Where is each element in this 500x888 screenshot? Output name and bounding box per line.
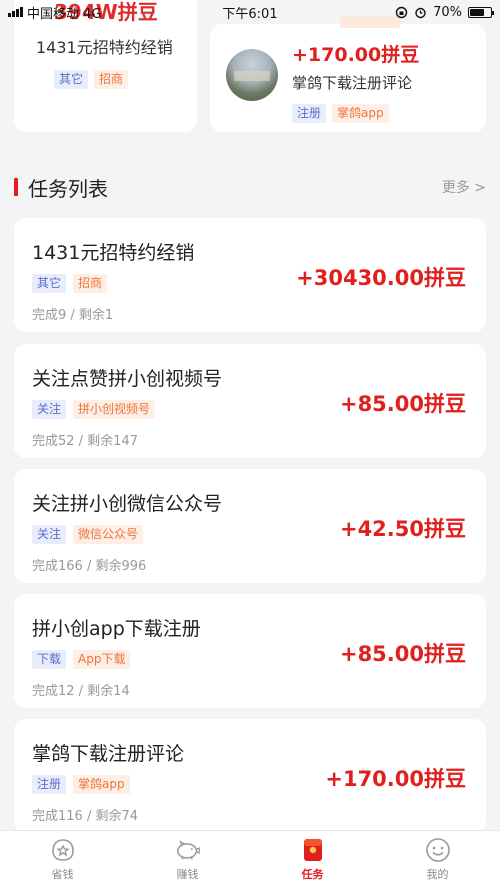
task-reward: +85.00拼豆 [339, 642, 466, 666]
tag-type: 拼小创视频号 [73, 400, 156, 419]
featured-card-tags: 注册 掌鸽app [292, 104, 389, 123]
task-name: 拼小创app下载注册 [32, 618, 201, 640]
task-progress: 完成166 / 剩余996 [32, 559, 147, 574]
task-reward: +42.50拼豆 [339, 517, 466, 541]
task-reward: +170.00拼豆 [325, 767, 466, 791]
piggy-bank-icon [174, 837, 202, 863]
featured-card-tags: 其它 招商 [54, 70, 129, 89]
clock: 下午6:01 [222, 6, 278, 22]
task-bag-icon [299, 837, 327, 863]
task-list-header: 任务列表 更多 > [14, 174, 486, 201]
tag-category: 其它 [54, 70, 89, 89]
nav-item-tasks[interactable]: 任务 [250, 831, 375, 888]
task-card[interactable]: 关注点赞拼小创视频号 关注 拼小创视频号 完成52 / 剩余147 +85.00… [14, 344, 486, 458]
signal-icon [8, 7, 23, 17]
task-card[interactable]: 关注拼小创微信公众号 关注 微信公众号 完成166 / 剩余996 +42.50… [14, 469, 486, 583]
task-progress: 完成9 / 剩余1 [32, 308, 114, 323]
task-reward: +85.00拼豆 [339, 392, 466, 416]
task-tags: 其它 招商 [32, 274, 108, 293]
task-tags: 注册 掌鸽app [32, 775, 130, 794]
tag-category: 关注 [32, 525, 67, 544]
tag-category: 其它 [32, 274, 67, 293]
task-tags: 下载 App下载 [32, 650, 131, 669]
task-name: 1431元招特约经销 [32, 242, 195, 264]
task-name: 关注点赞拼小创视频号 [32, 368, 223, 390]
more-link[interactable]: 更多 > [442, 177, 486, 197]
tag-type: 掌鸽app [332, 104, 389, 123]
nav-item-mine[interactable]: 我的 [375, 831, 500, 888]
task-name: 掌鸽下载注册评论 [32, 743, 185, 765]
section-title: 任务列表 [28, 176, 108, 201]
nav-item-save[interactable]: 省钱 [0, 831, 125, 888]
alarm-icon [415, 7, 426, 18]
tag-type: 掌鸽app [73, 775, 130, 794]
section-accent-bar [14, 178, 18, 196]
battery-icon [468, 6, 494, 18]
task-thumbnail [226, 49, 278, 101]
task-progress: 完成116 / 剩余74 [32, 809, 138, 824]
tag-category: 关注 [32, 400, 67, 419]
nav-label: 赚钱 [176, 868, 199, 881]
smiley-profile-icon [424, 837, 452, 863]
tag-category: 注册 [32, 775, 67, 794]
savings-icon [49, 837, 77, 863]
task-progress: 完成12 / 剩余14 [32, 684, 130, 699]
nav-item-earn[interactable]: 赚钱 [125, 831, 250, 888]
featured-card-right[interactable]: +170.00拼豆 掌鸽下载注册评论 注册 掌鸽app [210, 16, 486, 132]
tag-type: 招商 [73, 274, 108, 293]
task-card[interactable]: 1431元招特约经销 其它 招商 完成9 / 剩余1 +30430.00拼豆 [14, 218, 486, 332]
task-tags: 关注 拼小创视频号 [32, 400, 156, 419]
featured-card-price: +170.00拼豆 [292, 44, 420, 66]
tag-type: 招商 [94, 70, 129, 89]
task-name: 关注拼小创微信公众号 [32, 493, 223, 515]
featured-card-title: 掌鸽下载注册评论 [292, 74, 413, 92]
nav-label: 省钱 [51, 868, 74, 881]
task-reward: +30430.00拼豆 [296, 266, 466, 290]
carrier-label: 中国移动 4G [27, 6, 102, 22]
bottom-nav: 省钱 赚钱 任务 我的 [0, 830, 500, 888]
nav-label: 我的 [426, 868, 449, 881]
battery-percent: 70% [433, 4, 462, 20]
task-tags: 关注 微信公众号 [32, 525, 144, 544]
tag-type: App下载 [73, 650, 131, 669]
task-card[interactable]: 拼小创app下载注册 下载 App下载 完成12 / 剩余14 +85.00拼豆 [14, 594, 486, 708]
tag-type: 微信公众号 [73, 525, 144, 544]
tag-category: 注册 [292, 104, 327, 123]
lock-rotation-icon [395, 6, 408, 18]
status-bar: 中国移动 4G 下午6:01 70% [0, 0, 500, 24]
task-card[interactable]: 掌鸽下载注册评论 注册 掌鸽app 完成116 / 剩余74 +170.00拼豆 [14, 719, 486, 833]
task-progress: 完成52 / 剩余147 [32, 434, 138, 449]
tag-category: 下载 [32, 650, 67, 669]
featured-card-title: 1431元招特约经销 [36, 38, 173, 57]
nav-label: 任务 [301, 868, 324, 881]
